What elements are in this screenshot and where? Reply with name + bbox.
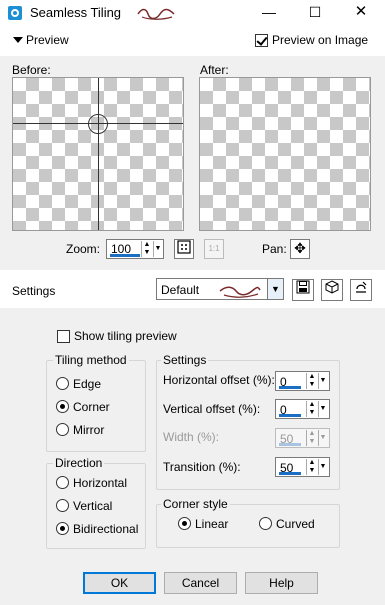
save-preset-button[interactable] bbox=[292, 279, 314, 301]
squiggle-mark-icon bbox=[219, 286, 261, 298]
preview-on-image-checkbox[interactable] bbox=[255, 34, 268, 47]
after-label: After: bbox=[200, 63, 229, 77]
vertical-offset-spinner[interactable]: ▲ ▼ bbox=[306, 401, 317, 417]
transition-spinner[interactable]: ▲ ▼ bbox=[306, 459, 317, 475]
corner-style-linear-radio[interactable] bbox=[178, 517, 191, 530]
settings-group-title: Settings bbox=[161, 353, 209, 367]
settings-label: Settings bbox=[12, 284, 56, 298]
minimize-button[interactable]: — bbox=[246, 0, 292, 26]
zoom-label: Zoom: bbox=[66, 242, 101, 256]
direction-vertical-radio[interactable] bbox=[56, 499, 69, 512]
corner-style-curved-radio[interactable] bbox=[259, 517, 272, 530]
tiling-method-title: Tiling method bbox=[53, 353, 129, 367]
horizontal-offset-label: Horizontal offset (%): bbox=[163, 373, 275, 387]
horizontal-offset-slider bbox=[279, 386, 301, 389]
horizontal-offset-input[interactable]: 0 ▲ ▼ ▼ bbox=[275, 371, 330, 391]
direction-bidirectional-label[interactable]: Bidirectional bbox=[73, 522, 138, 536]
preview-toggle[interactable]: Preview bbox=[26, 33, 69, 47]
direction-bidirectional-radio[interactable] bbox=[56, 522, 69, 535]
ok-button[interactable]: OK bbox=[83, 572, 156, 594]
fit-icon bbox=[177, 240, 191, 254]
collapse-triangle-icon[interactable] bbox=[13, 37, 23, 43]
cancel-button[interactable]: Cancel bbox=[164, 572, 237, 594]
manage-presets-button[interactable] bbox=[350, 279, 372, 301]
tiling-method-edge-label[interactable]: Edge bbox=[73, 377, 101, 391]
tiling-method-mirror-label[interactable]: Mirror bbox=[73, 423, 104, 437]
width-spinner: ▲ ▼ bbox=[306, 430, 317, 446]
after-preview-canvas bbox=[199, 77, 371, 231]
show-tiling-preview-checkbox[interactable] bbox=[57, 330, 70, 343]
transition-dropdown-icon[interactable]: ▼ bbox=[318, 459, 327, 475]
save-icon bbox=[296, 280, 310, 294]
tiling-method-corner-radio[interactable] bbox=[56, 400, 69, 413]
crosshair-target-icon[interactable] bbox=[88, 114, 108, 134]
zoom-input[interactable]: 100 ▲ ▼ ▼ bbox=[106, 239, 164, 259]
title-bar: Seamless Tiling — ☐ ✕ bbox=[0, 0, 385, 26]
show-tiling-preview-label[interactable]: Show tiling preview bbox=[74, 329, 177, 343]
width-label: Width (%): bbox=[163, 430, 220, 444]
pan-label: Pan: bbox=[262, 242, 287, 256]
zoom-slider-bar bbox=[110, 254, 140, 257]
before-label: Before: bbox=[12, 63, 51, 77]
corner-style-title: Corner style bbox=[161, 497, 230, 511]
direction-vertical-label[interactable]: Vertical bbox=[73, 499, 112, 513]
tiling-method-corner-label[interactable]: Corner bbox=[73, 400, 110, 414]
tiling-method-mirror-radio[interactable] bbox=[56, 423, 69, 436]
tiling-method-edge-radio[interactable] bbox=[56, 377, 69, 390]
horizontal-offset-spinner[interactable]: ▲ ▼ bbox=[306, 373, 317, 389]
direction-title: Direction bbox=[53, 456, 105, 470]
crosshair-vertical bbox=[98, 78, 99, 230]
vertical-offset-slider bbox=[279, 414, 301, 417]
direction-horizontal-label[interactable]: Horizontal bbox=[73, 476, 127, 490]
pan-button[interactable]: ✥ bbox=[290, 239, 310, 259]
preview-on-image-label[interactable]: Preview on Image bbox=[272, 33, 368, 47]
before-preview-canvas[interactable] bbox=[12, 77, 184, 231]
vertical-offset-dropdown-icon[interactable]: ▼ bbox=[318, 401, 327, 417]
vertical-offset-label: Vertical offset (%): bbox=[163, 402, 261, 416]
transition-input[interactable]: 50 ▲ ▼ ▼ bbox=[275, 457, 330, 477]
close-button[interactable]: ✕ bbox=[338, 0, 384, 26]
squiggle-mark-icon bbox=[137, 8, 175, 20]
reset-cube-icon bbox=[325, 280, 339, 294]
zoom-to-fit-button[interactable] bbox=[174, 239, 194, 259]
app-icon bbox=[8, 6, 22, 20]
transition-slider bbox=[279, 472, 301, 475]
width-dropdown-icon: ▼ bbox=[318, 430, 327, 446]
transition-label: Transition (%): bbox=[163, 460, 241, 474]
horizontal-offset-dropdown-icon[interactable]: ▼ bbox=[318, 373, 327, 389]
direction-horizontal-radio[interactable] bbox=[56, 476, 69, 489]
maximize-button[interactable]: ☐ bbox=[292, 0, 338, 26]
vertical-offset-input[interactable]: 0 ▲ ▼ ▼ bbox=[275, 399, 330, 419]
corner-style-curved-label[interactable]: Curved bbox=[276, 517, 315, 531]
corner-style-linear-label[interactable]: Linear bbox=[195, 517, 228, 531]
zoom-spinner[interactable]: ▲ ▼ bbox=[141, 241, 152, 257]
zoom-dropdown-arrow-icon[interactable]: ▼ bbox=[153, 241, 162, 257]
width-slider bbox=[279, 443, 301, 446]
reset-preset-button[interactable] bbox=[321, 279, 343, 301]
preset-value: Default bbox=[161, 283, 200, 297]
width-input: 50 ▲ ▼ ▼ bbox=[275, 428, 330, 448]
chevron-down-icon[interactable]: ▼ bbox=[267, 279, 283, 299]
window-title: Seamless Tiling bbox=[30, 5, 122, 20]
manage-presets-icon bbox=[356, 281, 367, 293]
help-button[interactable]: Help bbox=[245, 572, 318, 594]
actual-size-button[interactable]: 1:1 bbox=[204, 239, 224, 259]
